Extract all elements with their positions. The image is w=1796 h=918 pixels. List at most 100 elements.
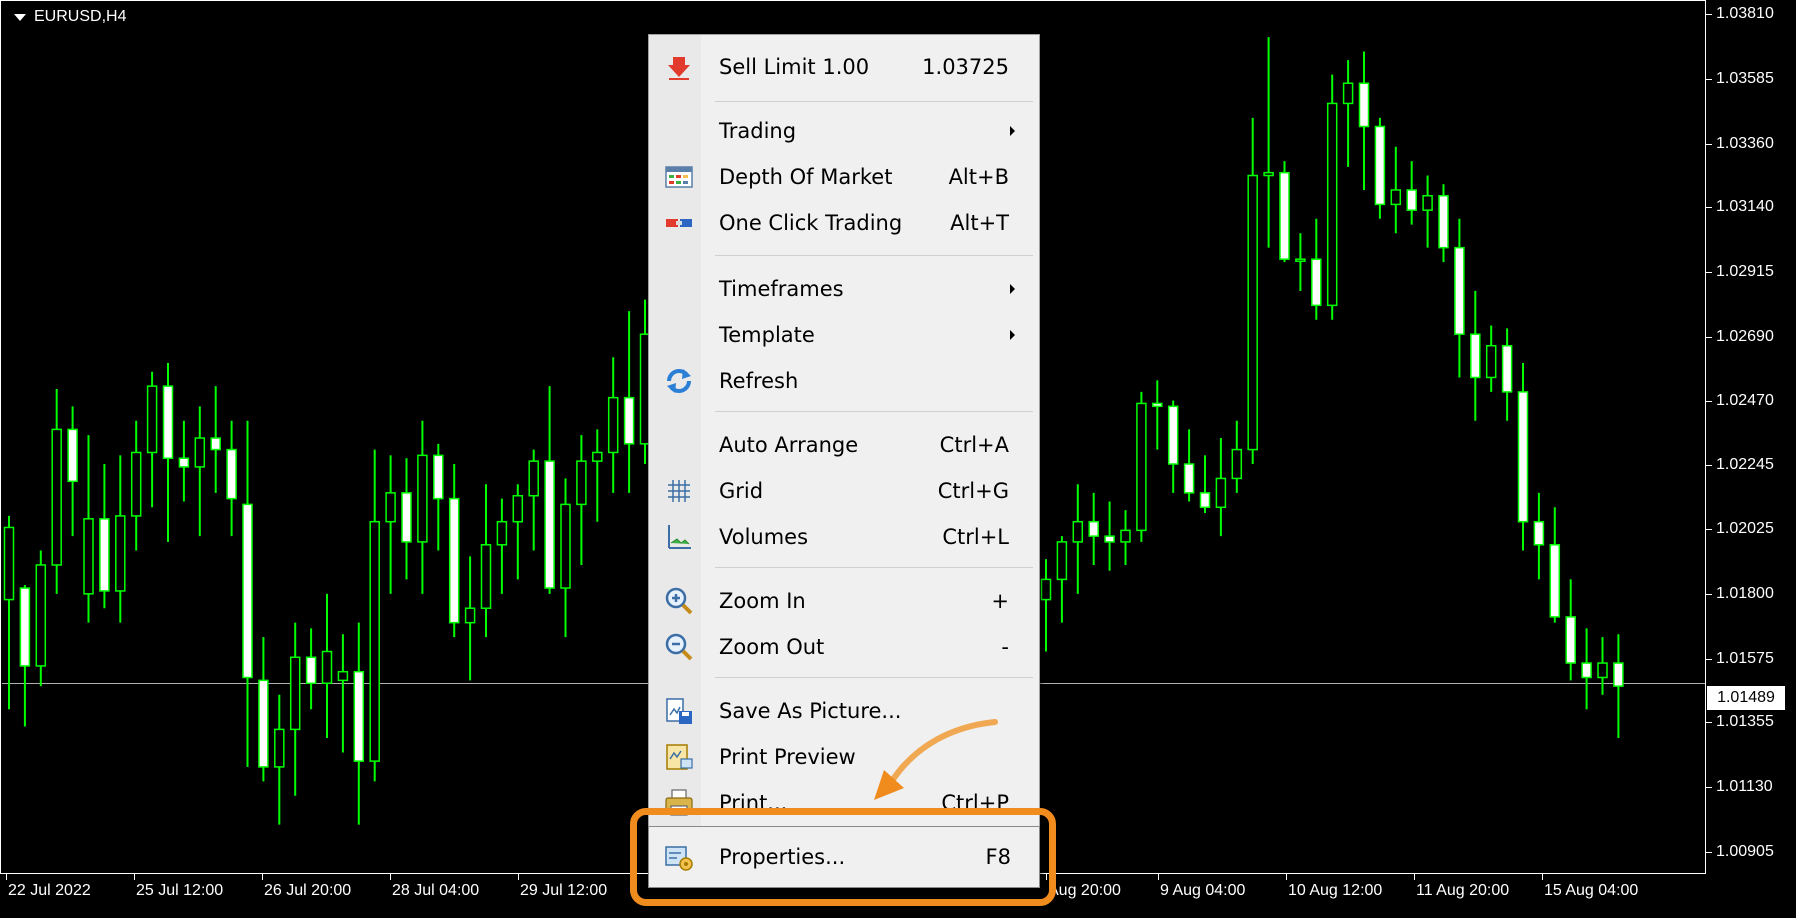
menu-separator bbox=[715, 255, 1033, 256]
time-tick-label: 15 Aug 04:00 bbox=[1544, 882, 1639, 899]
menu-item-shortcut: Ctrl+G bbox=[937, 479, 1009, 503]
candle bbox=[1231, 420, 1243, 493]
time-tick-label: 26 Jul 20:00 bbox=[264, 882, 352, 899]
price-tick-label: 1.01575 bbox=[1716, 649, 1774, 667]
candle-body bbox=[576, 460, 587, 506]
callout-arrow-icon bbox=[874, 719, 998, 800]
menu-item-shortcut: Ctrl+A bbox=[939, 433, 1009, 457]
candle-body bbox=[1263, 171, 1274, 177]
candle bbox=[178, 420, 190, 502]
candle-body bbox=[1247, 174, 1258, 451]
menu-item-depth-of-market[interactable]: Depth Of Market Alt+B bbox=[651, 157, 1037, 197]
symbol-text: EURUSD,H4 bbox=[34, 8, 127, 25]
candle-body bbox=[194, 437, 206, 468]
candle bbox=[1597, 637, 1608, 695]
candle bbox=[1040, 559, 1052, 652]
candle bbox=[3, 515, 15, 710]
candle bbox=[1501, 328, 1513, 421]
candle-body bbox=[592, 451, 603, 462]
menu-item-sell-limit-1-00[interactable]: Sell Limit 1.00 1.03725 bbox=[651, 47, 1037, 87]
candle-body bbox=[544, 460, 555, 589]
menu-item-grid[interactable]: Grid Ctrl+G bbox=[651, 471, 1037, 511]
candle-body bbox=[1406, 189, 1417, 211]
candle bbox=[242, 420, 253, 767]
candle-body bbox=[1454, 246, 1465, 335]
menu-item-shortcut: Alt+B bbox=[948, 165, 1009, 189]
candle bbox=[274, 694, 285, 825]
menu-item-auto-arrange[interactable]: Auto Arrange Ctrl+A bbox=[651, 425, 1037, 465]
candle-body bbox=[1088, 520, 1099, 537]
time-tick-label: 25 Jul 12:00 bbox=[136, 882, 224, 899]
candle-body bbox=[1136, 402, 1147, 532]
price-tick-label: 1.02245 bbox=[1716, 456, 1774, 474]
candle-body bbox=[1342, 82, 1354, 105]
candle bbox=[1549, 507, 1561, 623]
candle-body bbox=[1501, 344, 1513, 393]
candle-body bbox=[99, 518, 110, 592]
price-tick-label: 1.02025 bbox=[1716, 519, 1774, 537]
candle-body bbox=[1533, 520, 1545, 546]
candle-body bbox=[1422, 194, 1433, 211]
menu-item-zoom-out[interactable]: Zoom Out - bbox=[651, 627, 1037, 667]
candle-body bbox=[305, 656, 317, 684]
menu-item-refresh[interactable]: Refresh bbox=[651, 361, 1037, 401]
candle bbox=[115, 455, 126, 623]
menu-item-shortcut: F8 bbox=[985, 845, 1011, 869]
candle bbox=[1533, 492, 1545, 580]
candle-body bbox=[1358, 82, 1370, 128]
time-tick-label: 9 Aug 04:00 bbox=[1160, 882, 1246, 899]
time-tick bbox=[1542, 874, 1543, 880]
candle-body bbox=[67, 428, 78, 483]
menu-item-trading[interactable]: Trading bbox=[651, 111, 1037, 151]
candle-body bbox=[130, 451, 142, 517]
menu-separator bbox=[715, 567, 1033, 568]
time-tick bbox=[1286, 874, 1287, 880]
candle-body bbox=[226, 448, 237, 500]
candle-body bbox=[1311, 258, 1322, 307]
menu-item-zoom-in[interactable]: Zoom In + bbox=[651, 581, 1037, 621]
candle-body bbox=[607, 396, 619, 454]
price-tick bbox=[1706, 78, 1712, 80]
time-tick bbox=[134, 874, 135, 880]
candle bbox=[130, 420, 142, 551]
candle-body bbox=[19, 587, 31, 667]
candle bbox=[1279, 161, 1290, 263]
menu-item-label: Template bbox=[719, 323, 815, 347]
time-tick bbox=[518, 874, 519, 880]
candle bbox=[592, 429, 603, 522]
candle bbox=[1374, 117, 1386, 219]
time-tick-label: 29 Jul 12:00 bbox=[520, 882, 608, 899]
candle bbox=[1565, 579, 1576, 681]
candle-body bbox=[1438, 194, 1449, 249]
menu-item-label: Trading bbox=[719, 119, 797, 143]
symbol-label[interactable]: EURUSD,H4 bbox=[14, 8, 126, 26]
menu-item-timeframes[interactable]: Timeframes bbox=[651, 269, 1037, 309]
menu-item-template[interactable]: Template bbox=[651, 315, 1037, 355]
menu-item-properties[interactable]: Properties... F8 bbox=[648, 826, 1040, 888]
time-tick bbox=[6, 874, 7, 880]
price-tick bbox=[1706, 722, 1712, 724]
menu-item-volumes[interactable]: Volumes Ctrl+L bbox=[651, 517, 1037, 557]
candle-body bbox=[1215, 477, 1227, 509]
dropdown-triangle-icon[interactable] bbox=[14, 13, 26, 21]
price-tick bbox=[1706, 852, 1712, 853]
time-tick bbox=[1158, 874, 1159, 880]
candle-body bbox=[3, 526, 15, 601]
candle bbox=[1215, 438, 1227, 537]
menu-item-one-click-trading[interactable]: One Click Trading Alt+T bbox=[651, 203, 1037, 243]
price-tick bbox=[1706, 787, 1712, 789]
candle bbox=[1358, 51, 1370, 190]
candle-body bbox=[1581, 662, 1592, 679]
save-picture-icon bbox=[666, 698, 692, 724]
candle bbox=[289, 622, 301, 796]
candle-body bbox=[1152, 402, 1163, 408]
properties-icon bbox=[665, 846, 693, 871]
candle bbox=[1072, 484, 1084, 594]
candle bbox=[1167, 400, 1179, 493]
price-tick-label: 1.02470 bbox=[1716, 391, 1774, 409]
menu-item-label: Zoom In bbox=[719, 589, 806, 613]
candle-body bbox=[1597, 662, 1608, 679]
menu-item-label: Refresh bbox=[719, 369, 799, 393]
candle-body bbox=[1565, 616, 1576, 664]
candle bbox=[1342, 60, 1354, 167]
